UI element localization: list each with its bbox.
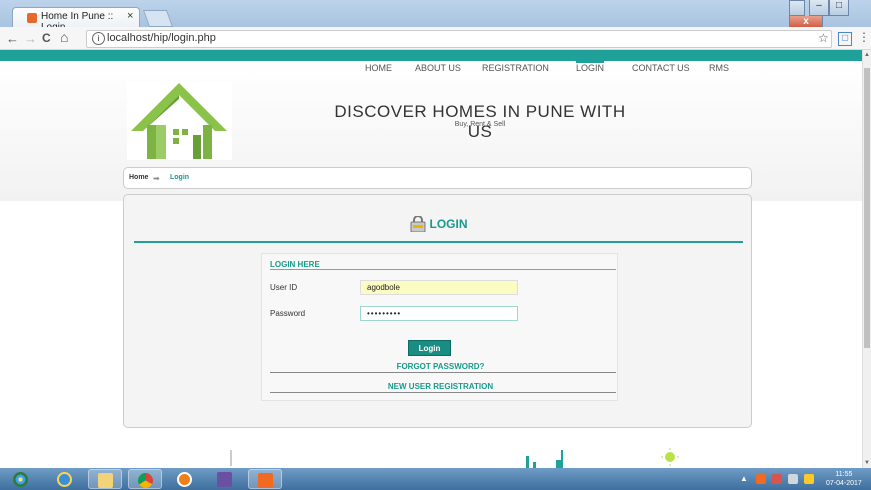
breadcrumb-current: Login: [170, 174, 190, 181]
windows-start-icon: [13, 472, 28, 487]
tray-xampp-icon[interactable]: [756, 474, 766, 484]
footer-decoration: [0, 448, 862, 468]
breadcrumb: Home ➡ Login: [123, 167, 752, 189]
login-form: LOGIN HERE User ID agodbole Password •••…: [261, 253, 618, 401]
page-scrollbar[interactable]: ▲ ▼: [862, 50, 871, 468]
tab-close-icon[interactable]: ×: [127, 10, 133, 22]
user-id-input[interactable]: agodbole: [360, 280, 518, 295]
nav-login[interactable]: LOGIN: [576, 60, 605, 73]
login-section-title: LOGIN HERE: [270, 260, 320, 269]
link-divider-2: [270, 392, 616, 393]
forward-button[interactable]: →: [24, 31, 37, 46]
maximize-button[interactable]: □: [829, 0, 849, 16]
info-icon[interactable]: i: [92, 32, 105, 45]
volume-icon[interactable]: [804, 474, 814, 484]
clock-time: 11:55: [835, 471, 853, 478]
windows-taskbar: ▲ 11:55 07-04-2017: [0, 468, 871, 490]
link-divider: [270, 372, 616, 373]
house-logo-icon: [131, 83, 227, 159]
login-heading: LOGIN: [429, 217, 468, 231]
new-tab-button[interactable]: [142, 10, 174, 27]
page-viewport: HOME ABOUT US REGISTRATION LOGIN CONTACT…: [0, 50, 862, 468]
profile-icon[interactable]: [789, 0, 805, 16]
login-button[interactable]: Login: [408, 340, 451, 356]
tray-expand-icon[interactable]: ▲: [740, 474, 748, 483]
login-title: LOGIN: [124, 215, 753, 233]
new-user-registration-link[interactable]: NEW USER REGISTRATION: [262, 382, 619, 391]
browser-toolbar: ← → C ⌂ i localhost/hip/login.php ☆ ▢ ⋮: [0, 27, 871, 50]
forgot-password-link[interactable]: FORGOT PASSWORD?: [262, 362, 619, 371]
window-controls: – □x: [789, 0, 865, 32]
bow-tie-icon: [217, 472, 232, 487]
xampp-icon: [258, 473, 273, 488]
chrome-icon: [138, 473, 153, 488]
lock-icon: [410, 215, 426, 233]
site-logo[interactable]: [127, 81, 232, 160]
user-id-label: User ID: [270, 283, 298, 292]
favicon-icon: [27, 13, 37, 23]
tray-app-icon[interactable]: [772, 474, 782, 484]
password-input[interactable]: •••••••••: [360, 306, 518, 321]
title-divider: [134, 241, 743, 243]
breadcrumb-arrow-icon: ➡: [153, 174, 160, 183]
breadcrumb-home[interactable]: Home: [129, 174, 148, 181]
password-label: Password: [270, 309, 306, 318]
media-player-icon: [177, 472, 192, 487]
nav-about-us[interactable]: ABOUT US: [415, 63, 461, 73]
network-icon[interactable]: [788, 474, 798, 484]
browser-titlebar: Home In Pune :: Login × –□x: [0, 0, 871, 33]
login-panel: LOGIN LOGIN HERE User ID agodbole Passwo…: [123, 194, 752, 428]
nav-home[interactable]: HOME: [365, 63, 392, 73]
address-url[interactable]: localhost/hip/login.php: [107, 32, 216, 44]
minimize-button[interactable]: –: [809, 0, 829, 16]
scroll-thumb[interactable]: [864, 68, 870, 348]
nav-registration[interactable]: REGISTRATION: [482, 63, 549, 73]
extension-icon[interactable]: ▢: [838, 32, 852, 46]
reload-button[interactable]: C: [42, 31, 51, 45]
nav-rms[interactable]: RMS: [709, 63, 729, 73]
folder-icon: [98, 473, 113, 488]
taskbar-clock[interactable]: 11:55 07-04-2017: [826, 470, 862, 488]
bookmark-star-icon[interactable]: ☆: [818, 31, 829, 45]
taskbar-xampp[interactable]: [248, 469, 282, 489]
taskbar-media[interactable]: [168, 469, 202, 489]
taskbar-chrome[interactable]: [128, 469, 162, 489]
site-tagline: Buy, Rent & Sell: [454, 121, 506, 128]
start-button[interactable]: [4, 469, 38, 489]
site-top-bar: [0, 50, 862, 61]
clock-date: 07-04-2017: [826, 480, 862, 487]
internet-explorer-icon: [57, 472, 72, 487]
taskbar-explorer[interactable]: [88, 469, 122, 489]
nav-contact-us[interactable]: CONTACT US: [632, 63, 690, 73]
scroll-up-icon[interactable]: ▲: [864, 52, 870, 58]
scroll-down-icon[interactable]: ▼: [864, 460, 870, 466]
browser-tab[interactable]: Home In Pune :: Login ×: [12, 7, 140, 33]
section-divider: [270, 269, 616, 270]
taskbar-ie[interactable]: [48, 469, 82, 489]
address-bar[interactable]: i localhost/hip/login.php: [86, 30, 832, 48]
system-tray: ▲ 11:55 07-04-2017: [740, 471, 871, 489]
taskbar-app[interactable]: [208, 469, 242, 489]
back-button[interactable]: ←: [6, 31, 19, 46]
home-button[interactable]: ⌂: [60, 29, 68, 45]
browser-menu-icon[interactable]: ⋮: [858, 30, 870, 44]
